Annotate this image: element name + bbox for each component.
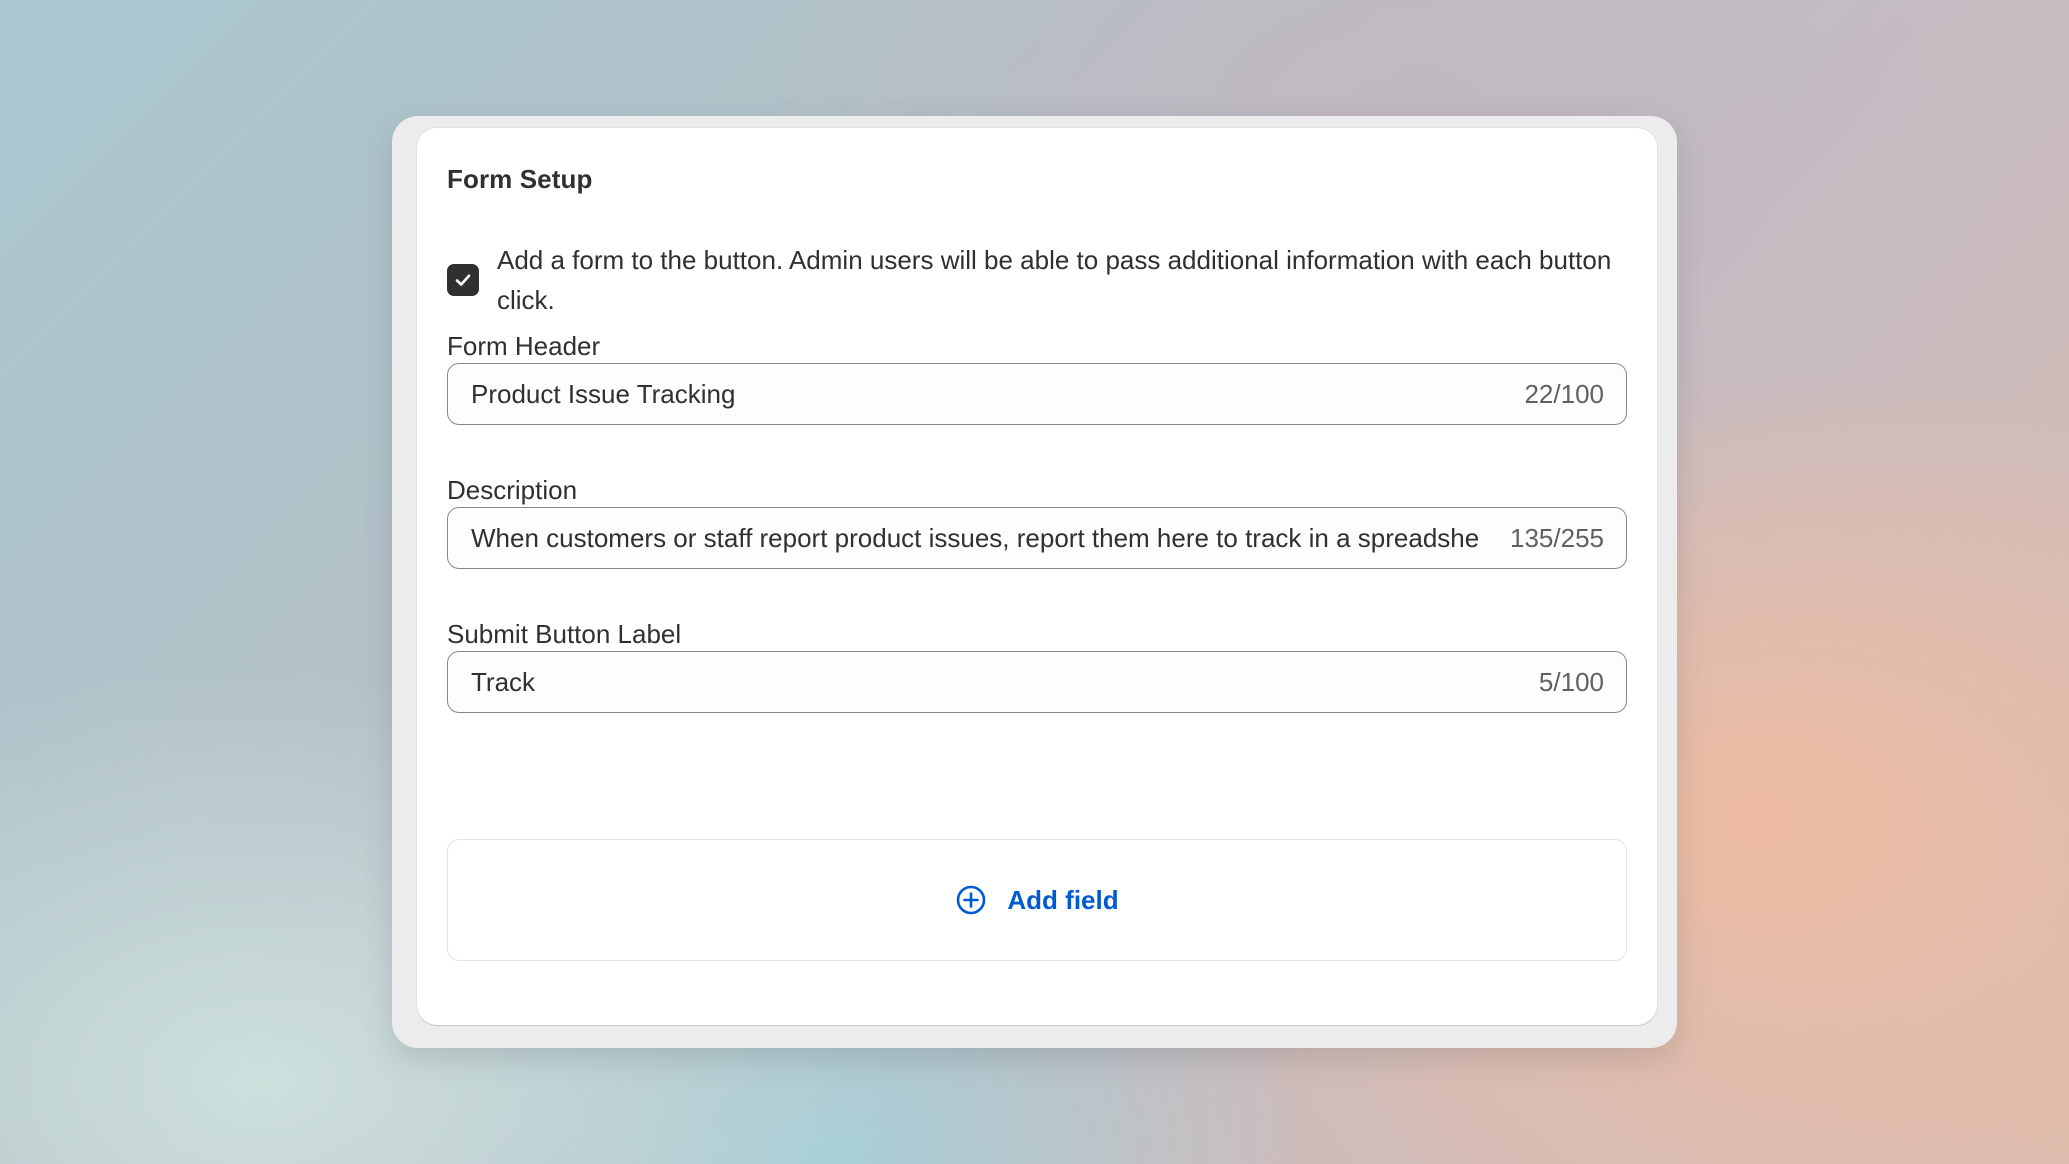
- form-header-input[interactable]: Product Issue Tracking 22/100: [447, 363, 1627, 425]
- card-title: Form Setup: [447, 164, 593, 194]
- description-value: When customers or staff report product i…: [471, 522, 1481, 553]
- add-field-button[interactable]: Add field: [955, 884, 1119, 916]
- submit-button-label-value: Track: [471, 666, 536, 697]
- description-char-count: 135/255: [1510, 522, 1604, 553]
- window-frame: Form Setup Add a form to the button. Adm…: [392, 116, 1677, 1048]
- checkmark-icon: [455, 274, 471, 286]
- add-form-option: Add a form to the button. Admin users wi…: [447, 240, 1627, 320]
- plus-circle-icon: [957, 885, 986, 915]
- form-setup-card: Form Setup Add a form to the button. Adm…: [417, 128, 1657, 1025]
- form-header-value: Product Issue Tracking: [471, 378, 736, 409]
- add-form-checkbox-label[interactable]: Add a form to the button. Admin users wi…: [497, 240, 1627, 320]
- submit-button-label-label: Submit Button Label: [447, 619, 682, 649]
- submit-button-label-input[interactable]: Track 5/100: [447, 651, 1627, 713]
- form-header-char-count: 22/100: [1524, 378, 1604, 409]
- form-header-label: Form Header: [447, 331, 601, 361]
- description-input[interactable]: When customers or staff report product i…: [447, 507, 1627, 569]
- description-label: Description: [447, 475, 578, 505]
- add-field-area: Add field: [447, 839, 1627, 961]
- submit-button-label-char-count: 5/100: [1538, 666, 1604, 697]
- add-field-label: Add field: [1007, 884, 1119, 915]
- add-form-checkbox[interactable]: [447, 264, 479, 296]
